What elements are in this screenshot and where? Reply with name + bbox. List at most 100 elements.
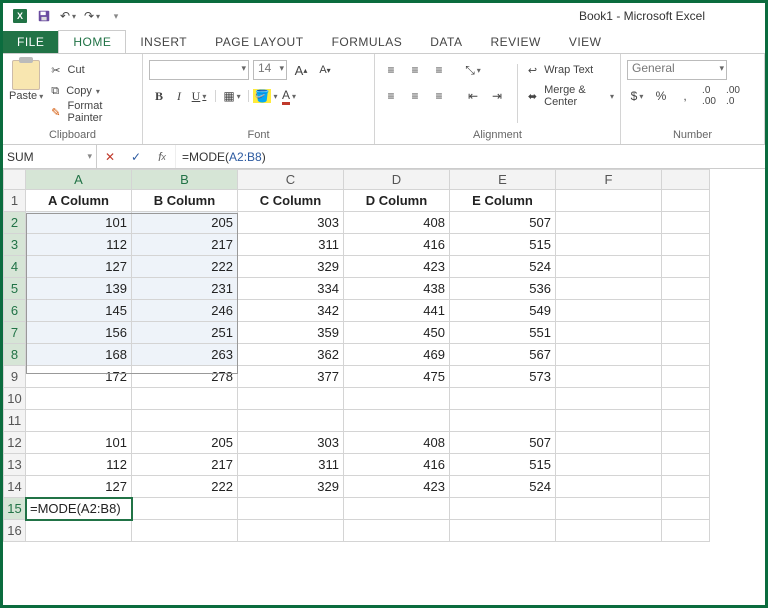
- align-right-icon[interactable]: ≡: [429, 86, 449, 106]
- rowhead[interactable]: 7: [4, 322, 26, 344]
- cell[interactable]: =MODE(A2:B8): [26, 498, 132, 520]
- merge-center-button[interactable]: ⬌ Merge & Center: [528, 86, 614, 106]
- cell[interactable]: [556, 410, 662, 432]
- tab-page-layout[interactable]: PAGE LAYOUT: [201, 31, 317, 53]
- tab-file[interactable]: FILE: [3, 31, 58, 53]
- copy-button[interactable]: ⧉ Copy: [51, 81, 136, 101]
- rowhead[interactable]: 1: [4, 190, 26, 212]
- cell[interactable]: 507: [450, 212, 556, 234]
- redo-icon[interactable]: ↷: [81, 5, 103, 27]
- tab-formulas[interactable]: FORMULAS: [318, 31, 417, 53]
- bold-button[interactable]: B: [149, 86, 169, 106]
- cell[interactable]: 127: [26, 256, 132, 278]
- select-all-corner[interactable]: [4, 170, 26, 190]
- comma-icon[interactable]: ,: [675, 86, 695, 106]
- cell[interactable]: [662, 322, 710, 344]
- align-center-icon[interactable]: ≡: [405, 86, 425, 106]
- tab-insert[interactable]: INSERT: [126, 31, 201, 53]
- cell[interactable]: [132, 498, 238, 520]
- cell[interactable]: [556, 520, 662, 542]
- cell[interactable]: [556, 432, 662, 454]
- cell[interactable]: 112: [26, 234, 132, 256]
- colhead-D[interactable]: D: [344, 170, 450, 190]
- cell[interactable]: [450, 520, 556, 542]
- cell[interactable]: 362: [238, 344, 344, 366]
- increase-font-icon[interactable]: A▴: [291, 60, 311, 80]
- cell[interactable]: [344, 410, 450, 432]
- cell[interactable]: [556, 498, 662, 520]
- cell[interactable]: E Column: [450, 190, 556, 212]
- cell[interactable]: [26, 410, 132, 432]
- cell[interactable]: 145: [26, 300, 132, 322]
- cell[interactable]: 101: [26, 212, 132, 234]
- cell[interactable]: [662, 366, 710, 388]
- save-icon[interactable]: [33, 5, 55, 27]
- rowhead[interactable]: 11: [4, 410, 26, 432]
- rowhead[interactable]: 10: [4, 388, 26, 410]
- colhead-G[interactable]: [662, 170, 710, 190]
- cell[interactable]: 524: [450, 256, 556, 278]
- cell[interactable]: 334: [238, 278, 344, 300]
- cell[interactable]: 101: [26, 432, 132, 454]
- cell[interactable]: [662, 520, 710, 542]
- rowhead[interactable]: 15: [4, 498, 26, 520]
- cell[interactable]: 423: [344, 476, 450, 498]
- cell[interactable]: [450, 410, 556, 432]
- cell[interactable]: [556, 256, 662, 278]
- cell[interactable]: [662, 388, 710, 410]
- colhead-A[interactable]: A: [26, 170, 132, 190]
- cell[interactable]: 408: [344, 212, 450, 234]
- cell[interactable]: [556, 344, 662, 366]
- cell[interactable]: 127: [26, 476, 132, 498]
- cell[interactable]: 329: [238, 476, 344, 498]
- cell[interactable]: 536: [450, 278, 556, 300]
- align-middle-icon[interactable]: ≡: [405, 60, 425, 80]
- cell[interactable]: 217: [132, 234, 238, 256]
- rowhead[interactable]: 12: [4, 432, 26, 454]
- cell[interactable]: 278: [132, 366, 238, 388]
- cell[interactable]: 573: [450, 366, 556, 388]
- cell[interactable]: 205: [132, 432, 238, 454]
- cell[interactable]: 246: [132, 300, 238, 322]
- cell[interactable]: [662, 410, 710, 432]
- rowhead[interactable]: 13: [4, 454, 26, 476]
- decrease-indent-icon[interactable]: ⇤: [463, 86, 483, 106]
- align-top-icon[interactable]: ≡: [381, 60, 401, 80]
- format-painter-button[interactable]: ✎ Format Painter: [51, 102, 136, 122]
- cell[interactable]: [662, 476, 710, 498]
- cell[interactable]: [662, 212, 710, 234]
- qat-customize-icon[interactable]: ▾: [105, 5, 127, 27]
- wrap-text-button[interactable]: ↩ Wrap Text: [528, 60, 614, 80]
- cell[interactable]: [662, 234, 710, 256]
- cell[interactable]: [556, 278, 662, 300]
- cell[interactable]: 217: [132, 454, 238, 476]
- cell[interactable]: 139: [26, 278, 132, 300]
- rowhead[interactable]: 6: [4, 300, 26, 322]
- cell[interactable]: [662, 256, 710, 278]
- enter-icon[interactable]: ✓: [123, 150, 149, 164]
- rowhead[interactable]: 4: [4, 256, 26, 278]
- rowhead[interactable]: 16: [4, 520, 26, 542]
- cell[interactable]: [238, 498, 344, 520]
- cell[interactable]: [556, 454, 662, 476]
- spreadsheet[interactable]: A B C D E F 1A ColumnB ColumnC ColumnD C…: [3, 169, 710, 542]
- cell[interactable]: 377: [238, 366, 344, 388]
- cell[interactable]: [556, 476, 662, 498]
- cell[interactable]: 222: [132, 476, 238, 498]
- cell[interactable]: 507: [450, 432, 556, 454]
- cell[interactable]: 423: [344, 256, 450, 278]
- cell[interactable]: 567: [450, 344, 556, 366]
- cell[interactable]: 156: [26, 322, 132, 344]
- cell[interactable]: [238, 410, 344, 432]
- cell[interactable]: 416: [344, 234, 450, 256]
- cell[interactable]: [132, 520, 238, 542]
- colhead-B[interactable]: B: [132, 170, 238, 190]
- cell[interactable]: [662, 190, 710, 212]
- underline-button[interactable]: U: [189, 86, 209, 106]
- cell[interactable]: D Column: [344, 190, 450, 212]
- italic-button[interactable]: I: [169, 86, 189, 106]
- cell[interactable]: [238, 388, 344, 410]
- cell[interactable]: 359: [238, 322, 344, 344]
- cell[interactable]: [450, 388, 556, 410]
- percent-icon[interactable]: %: [651, 86, 671, 106]
